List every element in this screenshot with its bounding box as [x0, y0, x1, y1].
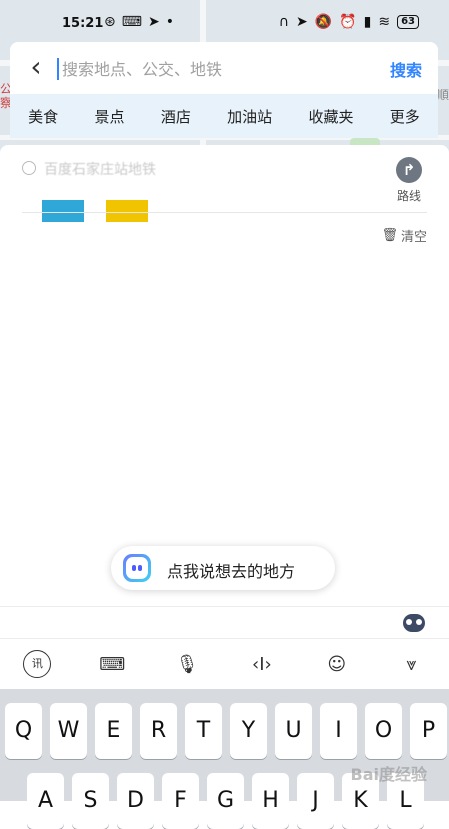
status-icons-right: ∩ ➤ 🔕 ⏰ ▮ ≋ 63 [279, 14, 419, 30]
ime-switch-icon[interactable]: 讯 [21, 648, 53, 680]
mute-bell-icon: 🔕 [314, 14, 333, 30]
redaction-swatch [106, 200, 148, 222]
key-t[interactable]: T [185, 703, 222, 759]
key-y[interactable]: Y [230, 703, 267, 759]
key-row-1: Q W E R T Y U I O P [5, 703, 447, 759]
category-hotel[interactable]: 酒店 [161, 106, 191, 127]
status-time: 15:21 [62, 16, 104, 31]
map-label: 順 [437, 88, 449, 102]
key-s[interactable]: S [72, 773, 109, 829]
status-bar: 15:21 ⊛ ⌨ ➤ • ∩ ➤ 🔕 ⏰ ▮ ≋ 63 [0, 8, 449, 38]
text-cursor [57, 58, 59, 80]
status-icons-left: ⊛ ⌨ ➤ • [104, 14, 174, 30]
history-item[interactable]: 百度石家庄站地铁 [22, 155, 362, 222]
alarm-icon: ⏰ [339, 14, 357, 30]
back-button[interactable]: ‹ [24, 53, 48, 82]
trash-icon: 🗑 [381, 228, 398, 243]
search-input[interactable] [60, 54, 374, 84]
robot-eye [416, 619, 422, 625]
key-i[interactable]: I [320, 703, 357, 759]
category-bar: 美食 景点 酒店 加油站 收藏夹 更多 [10, 94, 438, 138]
history-panel: 百度石家庄站地铁 ↱ 路线 🗑 清空 [0, 145, 449, 607]
key-f[interactable]: F [162, 773, 199, 829]
cursor-move-icon[interactable]: ‹I› [246, 648, 278, 680]
route-label: 路线 [396, 189, 421, 203]
keyboard-status-icon: ⌨ [121, 14, 142, 30]
redaction-swatch [42, 200, 84, 222]
ime-glyph: 讯 [23, 650, 52, 678]
route-arrow-icon: ↱ [396, 157, 422, 183]
category-gas-station[interactable]: 加油站 [227, 106, 272, 127]
hide-keyboard-icon[interactable]: ⩔ [396, 648, 428, 680]
dot-icon: • [165, 14, 174, 30]
keyboard: Q W E R T Y U I O P A S D F G H J K L Ba… [0, 689, 449, 829]
clear-history-button[interactable]: 🗑 清空 [381, 226, 427, 245]
wifi-icon: ≋ [378, 14, 391, 30]
battery-indicator: 63 [397, 15, 419, 29]
key-o[interactable]: O [365, 703, 402, 759]
search-bar: ‹ 搜索 [10, 42, 438, 94]
location-icon: ➤ [296, 14, 308, 30]
keyboard-top-strip [0, 606, 449, 638]
voice-assistant-face [126, 557, 148, 579]
key-h[interactable]: H [252, 773, 289, 829]
key-j[interactable]: J [297, 773, 334, 829]
voice-search-label: 点我说想去的地方 [167, 562, 296, 581]
key-q[interactable]: Q [5, 703, 42, 759]
key-w[interactable]: W [50, 703, 87, 759]
microphone-icon[interactable]: 🎙 [171, 648, 203, 680]
emoji-icon[interactable]: ☺ [321, 648, 353, 680]
robot-eye [406, 619, 412, 625]
location-arrow-icon: ➤ [147, 14, 160, 30]
key-p[interactable]: P [410, 703, 447, 759]
keyboard-toolbar: 讯 ⌨ 🎙 ‹I› ☺ ⩔ [0, 638, 449, 689]
route-button[interactable]: ↱ 路线 [391, 157, 427, 204]
history-item-text: 百度石家庄站地铁 [44, 162, 156, 178]
key-a[interactable]: A [27, 773, 64, 829]
sync-icon: ⊛ [104, 14, 116, 30]
search-card: ‹ 搜索 美食 景点 酒店 加油站 收藏夹 更多 [10, 42, 438, 138]
key-e[interactable]: E [95, 703, 132, 759]
category-favorites[interactable]: 收藏夹 [308, 106, 353, 127]
divider [22, 212, 427, 213]
search-button[interactable]: 搜索 [390, 57, 422, 81]
category-food[interactable]: 美食 [28, 106, 58, 127]
voice-eye [132, 565, 136, 571]
category-scenic[interactable]: 景点 [94, 106, 124, 127]
key-d[interactable]: D [117, 773, 154, 829]
key-u[interactable]: U [275, 703, 312, 759]
history-clock-icon [22, 161, 36, 175]
voice-assistant-icon [123, 554, 151, 582]
clear-label: 清空 [400, 230, 427, 245]
category-more[interactable]: 更多 [390, 106, 420, 127]
headphones-icon: ∩ [278, 14, 290, 30]
voice-eye [138, 565, 142, 571]
watermark: Bai度经验 [350, 765, 427, 784]
voice-search-button[interactable]: 点我说想去的地方 [111, 546, 335, 590]
assistant-robot-icon[interactable] [403, 614, 425, 632]
key-r[interactable]: R [140, 703, 177, 759]
key-g[interactable]: G [207, 773, 244, 829]
signal-icon: ▮ [363, 14, 372, 30]
keyboard-icon[interactable]: ⌨ [96, 648, 128, 680]
